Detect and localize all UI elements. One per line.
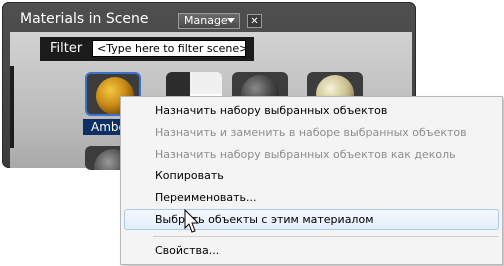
filter-label: Filter [50,41,83,56]
menu-item-label: Копировать [155,169,224,182]
close-icon[interactable]: ✕ [247,14,262,28]
menu-item-label: Переименовать... [155,191,257,204]
panel-title: Materials in Scene [20,11,149,27]
menu-item-label: Назначить набору выбранных объектов как … [155,148,456,161]
menu-item-select-objects-with-material[interactable]: Выбрать объекты с этим материалом [124,209,499,230]
menu-item-label: Назначить и заменить в наборе выбранных … [155,126,467,139]
manage-label: Manage [184,14,228,27]
menu-separator [153,236,498,237]
menu-item-properties[interactable]: Свойства... [121,240,502,261]
scrollbar[interactable] [10,66,14,148]
chevron-down-icon [227,18,235,23]
menu-item-copy[interactable]: Копировать [121,165,502,186]
filter-bar: Filter <Type here to filter scene> [40,37,254,61]
menu-item-assign-and-replace[interactable]: Назначить и заменить в наборе выбранных … [121,122,502,143]
manage-dropdown-button[interactable]: Manage [178,13,240,29]
filter-input[interactable]: <Type here to filter scene> [92,40,246,57]
menu-item-assign-as-decal[interactable]: Назначить набору выбранных объектов как … [121,144,502,165]
context-menu: Назначить набору выбранных объектов Назн… [120,96,503,265]
menu-item-label: Назначить набору выбранных объектов [155,104,388,117]
mouse-pointer-icon [184,209,200,233]
menu-item-rename[interactable]: Переименовать... [121,187,502,208]
menu-item-label: Свойства... [155,244,220,257]
menu-item-assign-to-selection[interactable]: Назначить набору выбранных объектов [121,100,502,121]
